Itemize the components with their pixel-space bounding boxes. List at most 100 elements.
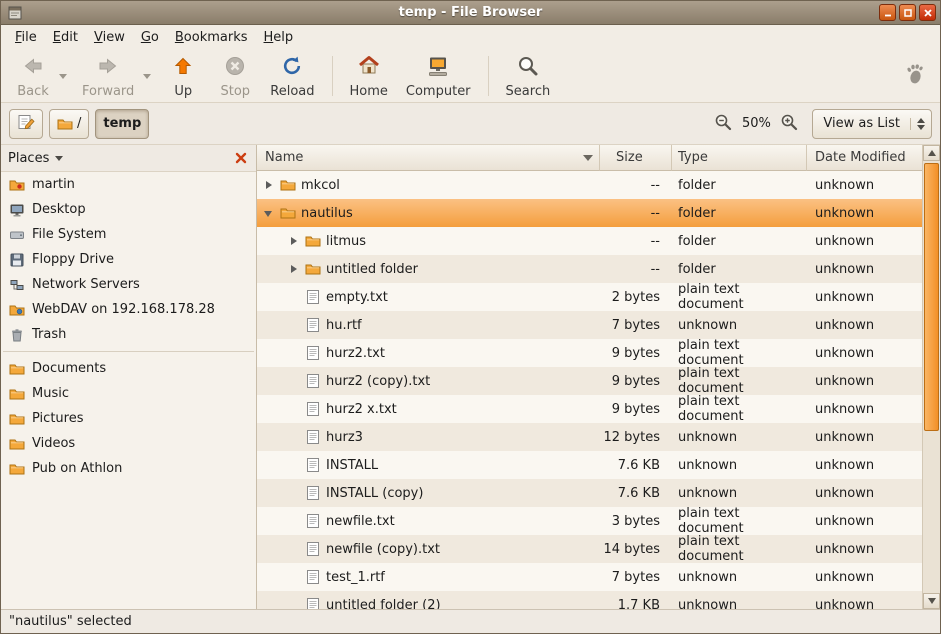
sidebar-item-documents[interactable]: Documents <box>1 356 256 381</box>
sidebar-item-webdav[interactable]: WebDAV on 192.168.178.28 <box>1 297 256 322</box>
scroll-down-button[interactable] <box>923 593 940 609</box>
table-row[interactable]: test_1.rtf 7 bytes unknown unknown <box>257 563 922 591</box>
forward-button[interactable]: Forward <box>73 51 143 102</box>
file-name: untitled folder <box>326 262 418 277</box>
file-date: unknown <box>807 423 922 451</box>
expander-icon[interactable] <box>263 179 275 191</box>
zoom-level: 50% <box>739 116 773 131</box>
sidebar-item-floppy[interactable]: Floppy Drive <box>1 247 256 272</box>
file-size: 1.7 KB <box>600 591 672 609</box>
menu-help[interactable]: Help <box>256 27 302 48</box>
text-file-icon <box>305 429 321 445</box>
path-root-button[interactable]: / <box>49 109 89 139</box>
sidebar-item-filesystem[interactable]: File System <box>1 222 256 247</box>
zoom-in-button[interactable] <box>780 113 798 135</box>
sidebar-item-trash[interactable]: Trash <box>1 322 256 347</box>
up-button[interactable]: Up <box>157 51 209 102</box>
home-button[interactable]: Home <box>341 51 397 102</box>
forward-history-dropdown[interactable] <box>143 74 151 79</box>
column-header-date-modified[interactable]: Date Modified <box>807 145 922 171</box>
file-type: folder <box>672 255 807 283</box>
file-size: 3 bytes <box>600 507 672 535</box>
file-browser-window: temp - File Browser File Edit View Go Bo… <box>0 0 941 634</box>
menu-view[interactable]: View <box>86 27 133 48</box>
table-row[interactable]: newfile.txt 3 bytes plain text document … <box>257 507 922 535</box>
sidebar-item-pictures[interactable]: Pictures <box>1 406 256 431</box>
chevron-down-icon <box>55 156 63 161</box>
zoom-out-button[interactable] <box>714 113 732 135</box>
file-size: -- <box>600 171 672 199</box>
stop-button[interactable]: Stop <box>209 51 261 102</box>
folder-icon <box>9 461 25 477</box>
file-size: 9 bytes <box>600 339 672 367</box>
scroll-up-button[interactable] <box>923 145 940 161</box>
table-row[interactable]: hurz2 x.txt 9 bytes plain text document … <box>257 395 922 423</box>
table-row[interactable]: INSTALL (copy) 7.6 KB unknown unknown <box>257 479 922 507</box>
menu-go[interactable]: Go <box>133 27 167 48</box>
desktop-icon <box>9 202 25 218</box>
expander-icon[interactable] <box>288 235 300 247</box>
table-row[interactable]: INSTALL 7.6 KB unknown unknown <box>257 451 922 479</box>
home-folder-icon <box>9 177 25 193</box>
column-header-size[interactable]: Size <box>600 145 672 171</box>
text-file-icon <box>305 513 321 529</box>
sidebar-close-button[interactable] <box>233 150 249 166</box>
folder-icon <box>57 116 73 132</box>
scrollbar-track[interactable] <box>923 161 940 593</box>
sort-indicator-icon <box>583 155 593 161</box>
expander-icon[interactable] <box>263 207 275 219</box>
expander-icon[interactable] <box>288 263 300 275</box>
file-name: litmus <box>326 234 366 249</box>
file-type: plain text document <box>672 367 807 395</box>
close-button[interactable] <box>919 4 936 21</box>
search-button[interactable]: Search <box>497 51 560 102</box>
table-row[interactable]: untitled folder (2) 1.7 KB unknown unkno… <box>257 591 922 609</box>
arrow-down-icon <box>928 598 936 604</box>
table-row[interactable]: hu.rtf 7 bytes unknown unknown <box>257 311 922 339</box>
sidebar-item-videos[interactable]: Videos <box>1 431 256 456</box>
column-header-type[interactable]: Type <box>672 145 807 171</box>
back-history-dropdown[interactable] <box>59 74 67 79</box>
scrollbar-thumb[interactable] <box>924 163 939 431</box>
menu-edit[interactable]: Edit <box>45 27 86 48</box>
table-row[interactable]: untitled folder -- folder unknown <box>257 255 922 283</box>
menu-file[interactable]: File <box>7 27 45 48</box>
file-size: -- <box>600 227 672 255</box>
minimize-button[interactable] <box>879 4 896 21</box>
file-date: unknown <box>807 535 922 563</box>
file-name: nautilus <box>301 206 353 221</box>
table-row-selected[interactable]: nautilus -- folder unknown <box>257 199 922 227</box>
file-size: 12 bytes <box>600 423 672 451</box>
folder-icon <box>305 261 321 277</box>
file-name: empty.txt <box>326 290 388 305</box>
edit-location-button[interactable] <box>9 109 43 139</box>
file-date: unknown <box>807 591 922 609</box>
view-as-dropdown[interactable]: View as List <box>812 109 932 139</box>
sidebar-item-home[interactable]: martin <box>1 172 256 197</box>
file-date: unknown <box>807 339 922 367</box>
table-row[interactable]: mkcol -- folder unknown <box>257 171 922 199</box>
computer-button[interactable]: Computer <box>397 51 480 102</box>
file-size: 9 bytes <box>600 367 672 395</box>
column-header-name[interactable]: Name <box>257 145 600 171</box>
reload-button[interactable]: Reload <box>261 51 323 102</box>
maximize-button[interactable] <box>899 4 916 21</box>
sidebar-item-music[interactable]: Music <box>1 381 256 406</box>
titlebar[interactable]: temp - File Browser <box>1 1 940 25</box>
table-row[interactable]: hurz2 (copy).txt 9 bytes plain text docu… <box>257 367 922 395</box>
table-row[interactable]: litmus -- folder unknown <box>257 227 922 255</box>
path-current-button[interactable]: temp <box>95 109 149 139</box>
back-button[interactable]: Back <box>7 51 59 102</box>
sidebar-item-pub-on-athlon[interactable]: Pub on Athlon <box>1 456 256 481</box>
table-row[interactable]: hurz2.txt 9 bytes plain text document un… <box>257 339 922 367</box>
sidebar-header[interactable]: Places <box>1 145 256 172</box>
sidebar-item-desktop[interactable]: Desktop <box>1 197 256 222</box>
sidebar-item-network[interactable]: Network Servers <box>1 272 256 297</box>
table-row[interactable]: newfile (copy).txt 14 bytes plain text d… <box>257 535 922 563</box>
file-date: unknown <box>807 479 922 507</box>
file-size: 7 bytes <box>600 311 672 339</box>
table-row[interactable]: empty.txt 2 bytes plain text document un… <box>257 283 922 311</box>
menu-bookmarks[interactable]: Bookmarks <box>167 27 256 48</box>
table-row[interactable]: hurz3 12 bytes unknown unknown <box>257 423 922 451</box>
vertical-scrollbar[interactable] <box>922 145 940 609</box>
